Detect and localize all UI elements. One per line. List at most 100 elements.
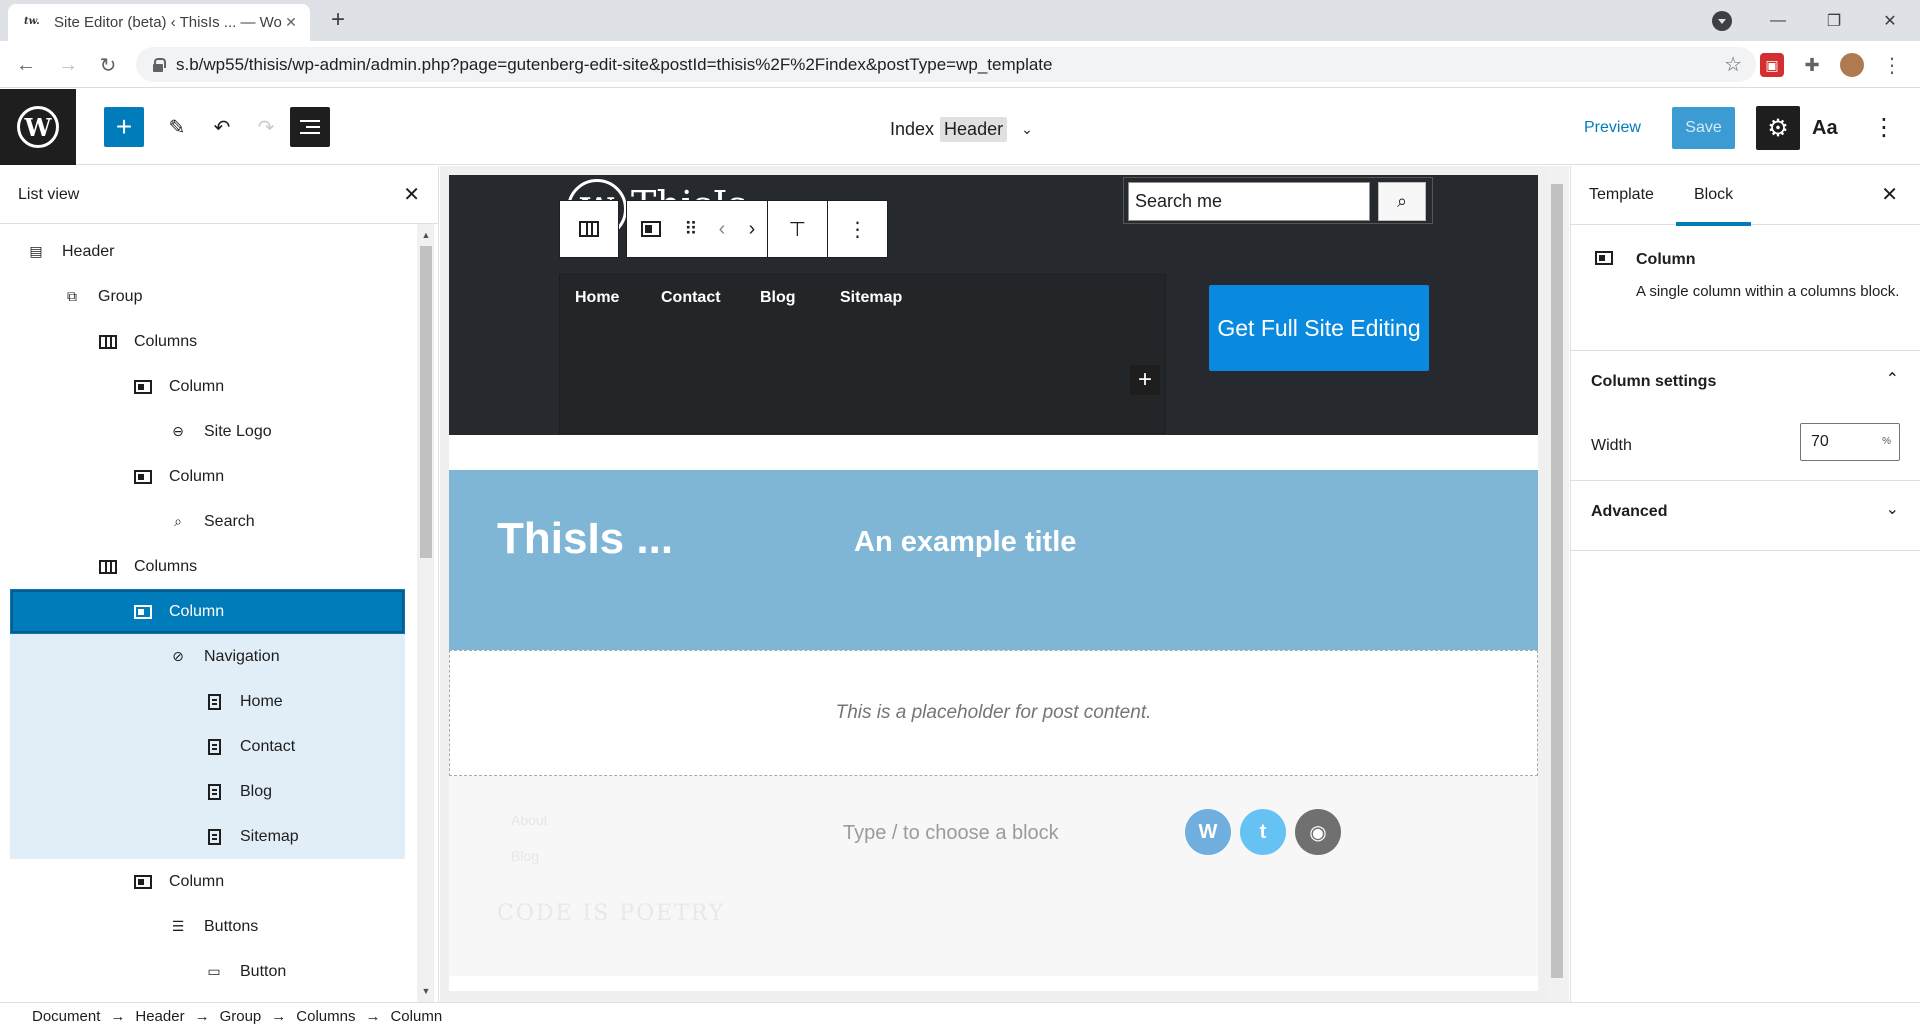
block-options-icon[interactable]: ⋮ bbox=[827, 200, 887, 258]
wordpress-social-icon[interactable]: W bbox=[1185, 809, 1231, 855]
list-item[interactable]: ⌕ Search bbox=[10, 499, 405, 544]
list-item[interactable]: Columns bbox=[10, 319, 405, 364]
list-item[interactable]: ▭ Button bbox=[10, 949, 405, 994]
more-options-icon[interactable]: ⋮ bbox=[1872, 113, 1896, 142]
back-icon[interactable]: ← bbox=[12, 51, 40, 79]
list-item[interactable]: Blog bbox=[10, 769, 405, 814]
scroll-up-icon[interactable]: ▲ bbox=[420, 230, 432, 240]
list-item-selected[interactable]: Column bbox=[10, 589, 405, 634]
list-item[interactable]: Column bbox=[10, 364, 405, 409]
navigation-column[interactable]: Home Contact Blog Sitemap + bbox=[559, 274, 1166, 434]
extensions-puzzle-icon[interactable]: ✚ bbox=[1800, 53, 1824, 77]
tab-close-icon[interactable]: ✕ bbox=[282, 14, 300, 31]
move-right-icon[interactable]: › bbox=[737, 200, 767, 258]
list-view-toggle-button[interactable] bbox=[290, 107, 330, 147]
nav-item-contact[interactable]: Contact bbox=[661, 289, 721, 307]
preview-button[interactable]: Preview bbox=[1584, 119, 1641, 137]
select-parent-columns-icon[interactable] bbox=[560, 200, 618, 258]
list-item[interactable]: ⊖ Site Logo bbox=[10, 409, 405, 454]
list-item[interactable]: ⧉ Group bbox=[10, 274, 405, 319]
close-list-view-icon[interactable]: ✕ bbox=[403, 182, 420, 207]
save-button[interactable]: Save bbox=[1672, 107, 1735, 149]
block-appender-hint[interactable]: Type / to choose a block bbox=[843, 822, 1059, 845]
site-title[interactable]: ThisIs ... bbox=[497, 514, 673, 564]
list-item[interactable]: Column bbox=[10, 859, 405, 904]
footer-block[interactable]: About Blog Type / to choose a block W t … bbox=[449, 776, 1538, 976]
chevron-up-icon[interactable]: ⌃ bbox=[1886, 369, 1899, 389]
canvas-scrollbar-thumb[interactable] bbox=[1551, 184, 1563, 978]
window-close-icon[interactable]: ✕ bbox=[1866, 0, 1914, 41]
list-item[interactable]: Home bbox=[10, 679, 405, 724]
advanced-panel[interactable]: Advanced ⌄ bbox=[1571, 481, 1920, 551]
tab-template[interactable]: Template bbox=[1589, 186, 1654, 204]
post-content-placeholder[interactable]: This is a placeholder for post content. bbox=[449, 650, 1538, 776]
list-item[interactable]: Contact bbox=[10, 724, 405, 769]
breadcrumb-header[interactable]: Header bbox=[135, 1008, 184, 1025]
extension-icon[interactable]: ▣ bbox=[1760, 53, 1784, 77]
breadcrumb-columns[interactable]: Columns bbox=[296, 1008, 355, 1025]
global-styles-button[interactable]: Aa bbox=[1812, 117, 1838, 140]
advanced-title[interactable]: Advanced bbox=[1591, 503, 1667, 521]
template-name: Index bbox=[890, 119, 935, 139]
width-unit[interactable]: % bbox=[1882, 436, 1891, 447]
redo-icon[interactable]: ↷ bbox=[246, 107, 286, 147]
breadcrumb-column[interactable]: Column bbox=[390, 1008, 442, 1025]
block-inserter-button[interactable]: + bbox=[104, 107, 144, 147]
profile-avatar[interactable] bbox=[1840, 53, 1864, 77]
browser-menu-icon[interactable]: ⋮ bbox=[1880, 53, 1904, 77]
settings-gear-icon[interactable]: ⚙ bbox=[1756, 106, 1800, 150]
document-title[interactable]: Index Header ⌄ bbox=[890, 117, 1033, 142]
drag-handle-icon[interactable]: ⠿ bbox=[675, 200, 707, 258]
bookmark-star-icon[interactable]: ☆ bbox=[1724, 52, 1742, 77]
get-full-site-editing-button[interactable]: Get Full Site Editing bbox=[1209, 285, 1429, 371]
add-block-icon[interactable]: + bbox=[1130, 365, 1160, 395]
post-title[interactable]: An example title bbox=[854, 526, 1076, 559]
minimize-icon[interactable]: — bbox=[1754, 0, 1802, 41]
move-left-icon[interactable]: ‹ bbox=[707, 200, 737, 258]
scroll-down-icon[interactable]: ▼ bbox=[420, 986, 432, 996]
footer-link-about[interactable]: About bbox=[511, 812, 548, 828]
reload-icon[interactable]: ↻ bbox=[94, 51, 122, 79]
tab-search-icon[interactable] bbox=[1712, 11, 1732, 31]
nav-item-blog[interactable]: Blog bbox=[760, 289, 796, 307]
search-input[interactable]: Search me bbox=[1128, 182, 1370, 221]
footer-link-blog[interactable]: Blog bbox=[511, 848, 539, 864]
breadcrumb-separator: → bbox=[365, 1008, 381, 1025]
breadcrumb-group[interactable]: Group bbox=[220, 1008, 262, 1025]
forward-icon[interactable]: → bbox=[54, 51, 82, 79]
chevron-down-icon[interactable]: ⌄ bbox=[1886, 499, 1899, 519]
chevron-down-icon[interactable]: ⌄ bbox=[1021, 121, 1033, 138]
nav-item-home[interactable]: Home bbox=[575, 289, 619, 307]
restore-icon[interactable]: ❐ bbox=[1810, 0, 1858, 41]
tab-block[interactable]: Block bbox=[1675, 186, 1752, 226]
list-scrollbar-thumb[interactable] bbox=[420, 246, 432, 558]
column-settings-title[interactable]: Column settings bbox=[1591, 373, 1716, 391]
width-field[interactable]: 70 % bbox=[1800, 423, 1900, 461]
wordpress-logo[interactable]: W bbox=[0, 89, 76, 165]
twitter-social-icon[interactable]: t bbox=[1240, 809, 1286, 855]
new-tab-button[interactable]: + bbox=[326, 8, 350, 32]
list-item[interactable]: ⊘ Navigation bbox=[10, 634, 405, 679]
nav-item-sitemap[interactable]: Sitemap bbox=[840, 289, 902, 307]
column-block-icon[interactable] bbox=[627, 200, 675, 258]
list-item[interactable]: ☰ Buttons bbox=[10, 904, 405, 949]
close-sidebar-icon[interactable]: ✕ bbox=[1881, 182, 1898, 207]
undo-icon[interactable]: ↶ bbox=[202, 107, 242, 147]
header-block[interactable]: W ThisIs Search me ⌕ Home Contact Blog S… bbox=[449, 175, 1538, 435]
vertical-align-top-icon[interactable]: ⊤ bbox=[767, 200, 827, 258]
search-button-icon[interactable]: ⌕ bbox=[1378, 182, 1426, 221]
list-item[interactable]: Sitemap bbox=[10, 814, 405, 859]
columns-icon bbox=[98, 332, 118, 352]
toolbar-parent-group bbox=[559, 200, 619, 258]
browser-tab[interactable]: tw. Site Editor (beta) ‹ ThisIs ... — Wo… bbox=[8, 4, 310, 41]
list-view-header: List view ✕ bbox=[0, 166, 438, 224]
edit-pencil-icon[interactable]: ✎ bbox=[157, 107, 197, 147]
list-item[interactable]: Column bbox=[10, 454, 405, 499]
hero-block[interactable]: ThisIs ... An example title bbox=[449, 470, 1538, 650]
list-item[interactable]: Columns bbox=[10, 544, 405, 589]
github-social-icon[interactable]: ◉ bbox=[1295, 809, 1341, 855]
breadcrumb-document[interactable]: Document bbox=[32, 1008, 100, 1025]
url-field[interactable]: s.b/wp55/thisis/wp-admin/admin.php?page=… bbox=[136, 47, 1756, 82]
list-item[interactable]: ▤ Header bbox=[10, 229, 405, 274]
page-icon bbox=[204, 692, 224, 712]
